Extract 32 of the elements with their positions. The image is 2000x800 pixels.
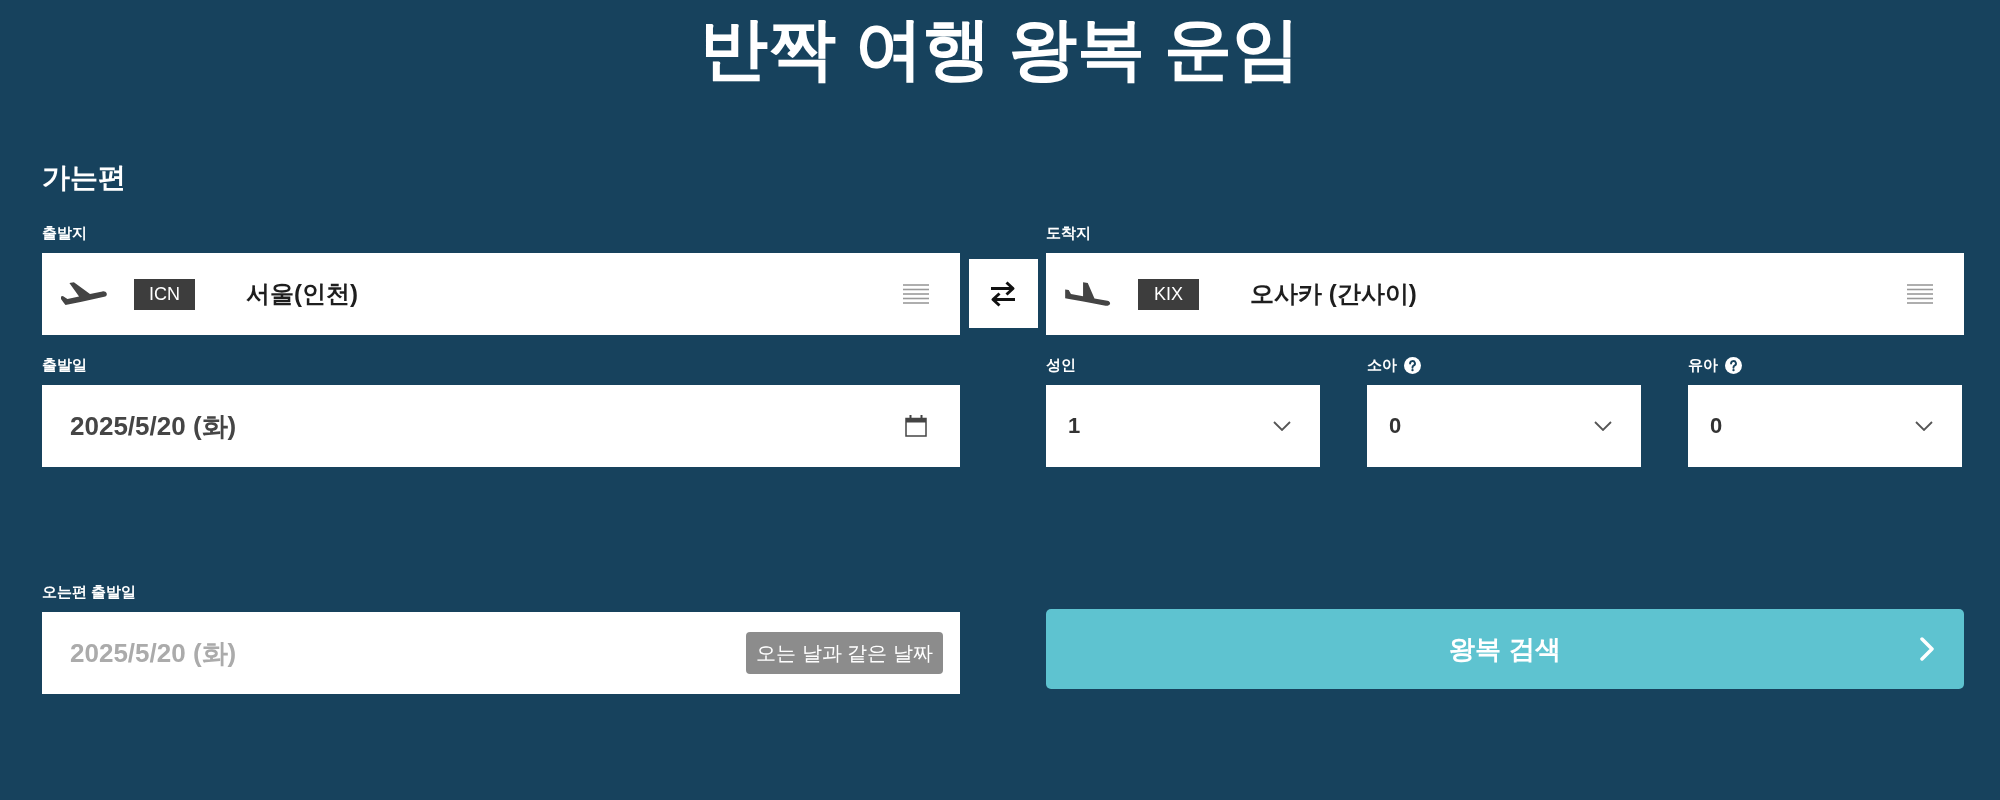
menu-icon[interactable]	[903, 284, 929, 304]
airport-code: KIX	[1138, 278, 1199, 310]
passenger-select[interactable]: 1	[1046, 385, 1320, 467]
airplane-icon	[1065, 282, 1111, 306]
field-label: 오는편 출발일	[42, 582, 137, 602]
chevron-right-icon	[1920, 637, 1934, 661]
menu-icon[interactable]	[1907, 284, 1933, 304]
page-title: 반짝 여행 왕복 운임	[699, 9, 1301, 88]
chevron-down-icon	[1915, 421, 1933, 431]
field-label: 소아	[1367, 355, 1397, 375]
airport-code: ICN	[134, 278, 195, 310]
destination-field[interactable]: KIX 오사카 (간사이)	[1046, 253, 1964, 335]
calendar-icon[interactable]	[905, 415, 927, 437]
date-field[interactable]: 2025/5/20 (화)	[42, 385, 960, 467]
city-name: 오사카 (간사이)	[1250, 279, 1417, 309]
help-icon[interactable]	[1725, 356, 1742, 374]
passenger-select[interactable]: 0	[1688, 385, 1962, 467]
field-label: 출발지	[42, 223, 87, 243]
chevron-down-icon	[1273, 421, 1291, 431]
section-heading: 가는편	[42, 161, 126, 195]
chevron-down-icon	[1594, 421, 1612, 431]
swap-button[interactable]	[968, 259, 1038, 328]
field-label: 유아	[1688, 355, 1718, 375]
field-label: 도착지	[1046, 223, 1091, 243]
help-icon[interactable]	[1404, 356, 1421, 374]
origin-field[interactable]: ICN 서울(인천)	[42, 253, 960, 335]
passenger-select[interactable]: 0	[1367, 385, 1641, 467]
city-name: 서울(인천)	[246, 279, 358, 309]
airplane-icon	[61, 282, 107, 306]
field-label: 성인	[1046, 355, 1076, 375]
field-label: 출발일	[42, 355, 87, 375]
swap-icon	[989, 280, 1017, 307]
